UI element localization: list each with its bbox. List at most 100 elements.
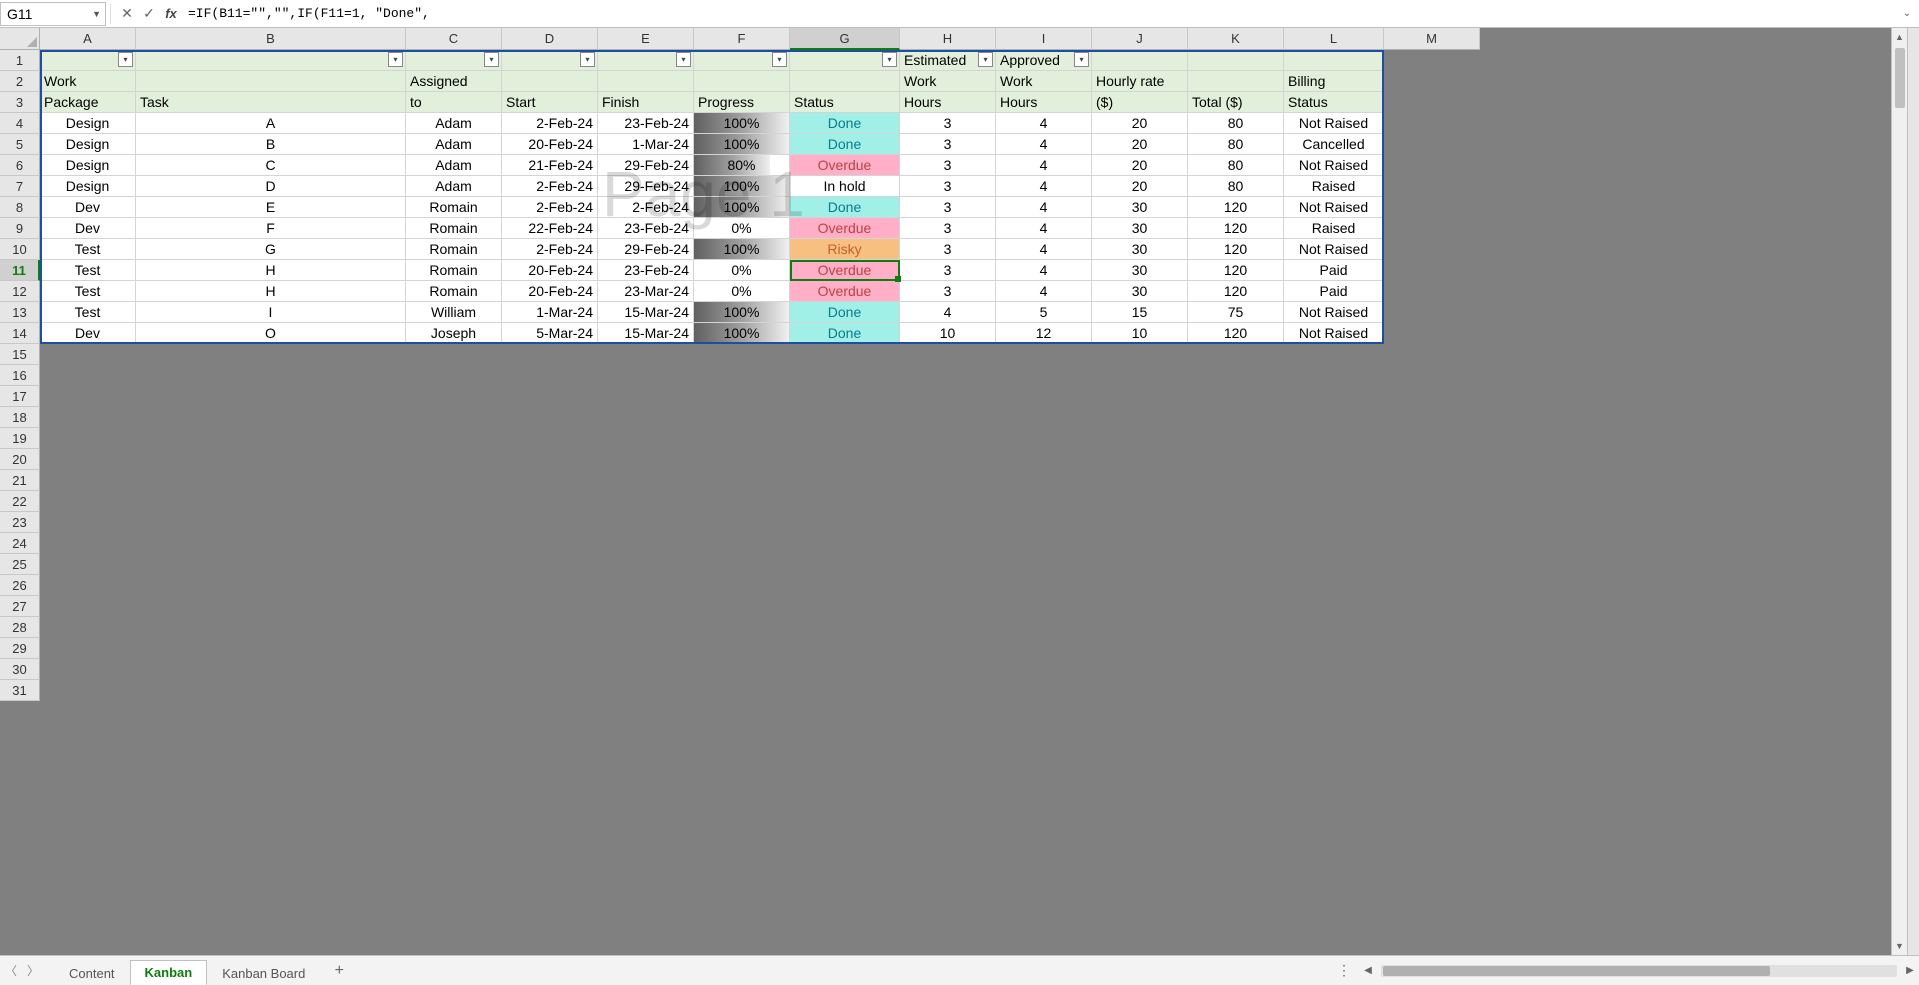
sheet-nav-prev-button[interactable]: 〈 xyxy=(0,960,22,982)
column-header-M[interactable]: M xyxy=(1384,28,1480,50)
cell[interactable]: D xyxy=(136,176,406,197)
column-header-J[interactable]: J xyxy=(1092,28,1188,50)
cell[interactable]: Raised xyxy=(1284,176,1384,197)
cell[interactable]: 20-Feb-24 xyxy=(502,281,598,302)
cell[interactable]: B xyxy=(136,134,406,155)
cell[interactable]: 10 xyxy=(1092,323,1188,344)
cell[interactable]: Overdue xyxy=(790,155,900,176)
cell[interactable]: Adam xyxy=(406,155,502,176)
cell[interactable]: O xyxy=(136,323,406,344)
cell[interactable]: 80 xyxy=(1188,155,1284,176)
cell[interactable]: 75 xyxy=(1188,302,1284,323)
cell[interactable]: H xyxy=(136,260,406,281)
row-header-30[interactable]: 30 xyxy=(0,659,40,680)
cell[interactable]: Overdue xyxy=(790,260,900,281)
cell[interactable]: 100% xyxy=(694,113,790,134)
cell[interactable]: Cancelled xyxy=(1284,134,1384,155)
cell[interactable]: Romain xyxy=(406,239,502,260)
cell[interactable]: Task xyxy=(136,92,406,113)
cell[interactable]: A xyxy=(136,113,406,134)
cell[interactable]: Romain xyxy=(406,281,502,302)
column-header-D[interactable]: D xyxy=(502,28,598,50)
add-sheet-button[interactable]: + xyxy=(328,962,350,980)
cell[interactable] xyxy=(502,71,598,92)
cell[interactable]: Total ($) xyxy=(1188,92,1284,113)
cell[interactable]: Work xyxy=(40,71,136,92)
cell[interactable]: Done xyxy=(790,134,900,155)
cell[interactable]: Not Raised xyxy=(1284,239,1384,260)
cell[interactable]: Start xyxy=(502,92,598,113)
filter-dropdown-button[interactable]: ▾ xyxy=(978,52,993,67)
tab-options-button[interactable]: ⋮ xyxy=(1337,962,1351,979)
cell[interactable]: Test xyxy=(40,281,136,302)
filter-dropdown-button[interactable]: ▾ xyxy=(580,52,595,67)
cell[interactable] xyxy=(694,71,790,92)
cell[interactable]: 0% xyxy=(694,281,790,302)
cell[interactable]: 2-Feb-24 xyxy=(598,197,694,218)
cell[interactable]: Done xyxy=(790,323,900,344)
cell[interactable]: Done xyxy=(790,302,900,323)
cell[interactable]: ($) xyxy=(1092,92,1188,113)
cell[interactable] xyxy=(1284,50,1384,71)
cell[interactable]: 20 xyxy=(1092,176,1188,197)
row-header-8[interactable]: 8 xyxy=(0,197,40,218)
filter-dropdown-button[interactable]: ▾ xyxy=(882,52,897,67)
cell[interactable]: 120 xyxy=(1188,239,1284,260)
row-header-16[interactable]: 16 xyxy=(0,365,40,386)
sheet-nav-next-button[interactable]: 〉 xyxy=(22,960,44,982)
expand-formula-bar-button[interactable]: ⌄ xyxy=(1895,8,1919,19)
cell[interactable]: 1-Mar-24 xyxy=(502,302,598,323)
cell[interactable]: H xyxy=(136,281,406,302)
cell[interactable]: 3 xyxy=(900,218,996,239)
cell[interactable]: 30 xyxy=(1092,197,1188,218)
cell[interactable]: Design xyxy=(40,113,136,134)
cell[interactable]: 15 xyxy=(1092,302,1188,323)
cell[interactable]: Done xyxy=(790,113,900,134)
cell[interactable]: 2-Feb-24 xyxy=(502,197,598,218)
cell[interactable]: 12 xyxy=(996,323,1092,344)
cell[interactable]: 100% xyxy=(694,176,790,197)
cell[interactable]: Paid xyxy=(1284,260,1384,281)
cell[interactable]: Finish xyxy=(598,92,694,113)
cell[interactable]: 100% xyxy=(694,323,790,344)
row-header-4[interactable]: 4 xyxy=(0,113,40,134)
row-header-2[interactable]: 2 xyxy=(0,71,40,92)
cell[interactable]: 2-Feb-24 xyxy=(502,239,598,260)
filter-dropdown-button[interactable]: ▾ xyxy=(118,52,133,67)
cell[interactable]: Approved▾ xyxy=(996,50,1092,71)
cell[interactable]: 120 xyxy=(1188,218,1284,239)
cell[interactable]: Hours xyxy=(900,92,996,113)
cell[interactable] xyxy=(136,71,406,92)
select-all-corner[interactable] xyxy=(0,28,40,50)
cell[interactable]: Overdue xyxy=(790,218,900,239)
cell[interactable]: Risky xyxy=(790,239,900,260)
cell[interactable]: 0% xyxy=(694,260,790,281)
cell[interactable]: Dev xyxy=(40,323,136,344)
cell[interactable]: 100% xyxy=(694,197,790,218)
cell[interactable]: 80% xyxy=(694,155,790,176)
column-header-K[interactable]: K xyxy=(1188,28,1284,50)
row-header-14[interactable]: 14 xyxy=(0,323,40,344)
cell[interactable] xyxy=(1188,50,1284,71)
cell[interactable]: 20-Feb-24 xyxy=(502,260,598,281)
cell[interactable]: Package xyxy=(40,92,136,113)
cell[interactable]: 3 xyxy=(900,155,996,176)
row-header-23[interactable]: 23 xyxy=(0,512,40,533)
column-header-C[interactable]: C xyxy=(406,28,502,50)
cell[interactable]: C xyxy=(136,155,406,176)
cell[interactable]: 2-Feb-24 xyxy=(502,113,598,134)
cell[interactable]: 4 xyxy=(996,239,1092,260)
spreadsheet-grid[interactable]: ABCDEFGHIJKLM 12345678910111213141516171… xyxy=(0,28,1891,955)
cell[interactable]: Romain xyxy=(406,197,502,218)
column-header-L[interactable]: L xyxy=(1284,28,1384,50)
row-header-11[interactable]: 11 xyxy=(0,260,40,281)
cell[interactable]: F xyxy=(136,218,406,239)
cell[interactable]: 30 xyxy=(1092,260,1188,281)
cell[interactable]: 120 xyxy=(1188,197,1284,218)
row-header-20[interactable]: 20 xyxy=(0,449,40,470)
cell[interactable]: Not Raised xyxy=(1284,197,1384,218)
sheet-tab-kanban-board[interactable]: Kanban Board xyxy=(207,961,320,985)
cell[interactable]: Adam xyxy=(406,176,502,197)
column-header-A[interactable]: A xyxy=(40,28,136,50)
row-header-9[interactable]: 9 xyxy=(0,218,40,239)
